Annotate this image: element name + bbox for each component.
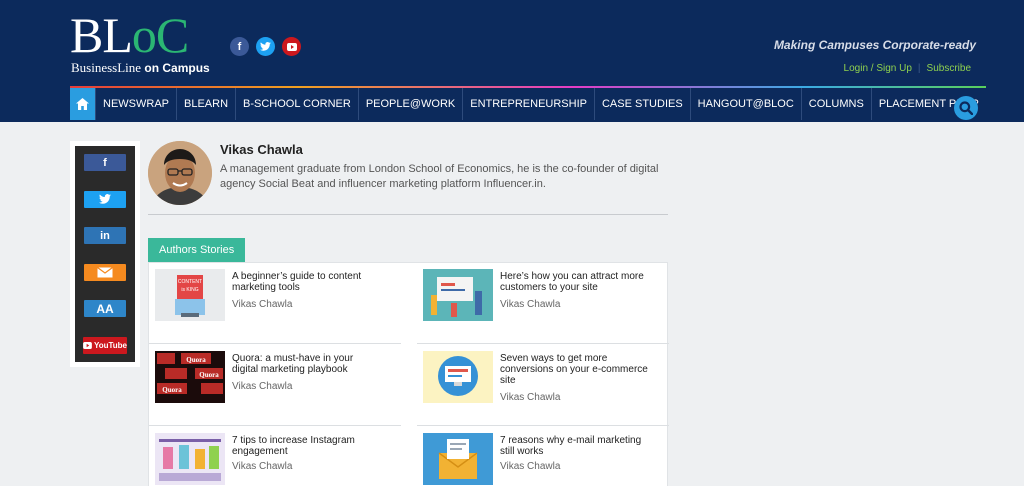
story-thumbnail [155, 433, 225, 485]
divider [149, 425, 401, 426]
home-button[interactable] [70, 88, 96, 120]
font-size-icon: AA [96, 301, 114, 316]
nav-item-blearn[interactable]: BLEARN [177, 88, 237, 120]
story-title[interactable]: 7 reasons why e-mail marketing still wor… [500, 435, 650, 457]
share-twitter-button[interactable] [84, 190, 126, 208]
story-card[interactable]: CONTENT is KING A beginner’s guide to co… [149, 263, 404, 343]
divider [149, 343, 401, 344]
share-email-button[interactable] [84, 263, 126, 281]
main-nav: NEWSWRAP BLEARN B-SCHOOL CORNER PEOPLE@W… [70, 86, 986, 120]
story-title[interactable]: Seven ways to get more conversions on yo… [500, 353, 650, 386]
divider [417, 425, 669, 426]
nav-item-people-at-work[interactable]: PEOPLE@WORK [359, 88, 464, 120]
login-signup-link[interactable]: Login / Sign Up [844, 63, 912, 74]
author-avatar [148, 141, 212, 205]
youtube-icon[interactable] [282, 37, 301, 56]
svg-text:Quora: Quora [199, 371, 219, 379]
tab-authors-stories[interactable]: Authors Stories [148, 238, 246, 262]
twitter-icon[interactable] [256, 37, 275, 56]
site-tagline: Making Campuses Corporate-ready [773, 38, 976, 52]
story-author[interactable]: Vikas Chawla [232, 381, 292, 392]
story-author[interactable]: Vikas Chawla [232, 461, 292, 472]
youtube-icon [83, 341, 92, 349]
story-card[interactable]: Here’s how you can attract more customer… [417, 263, 672, 343]
home-icon [76, 98, 89, 110]
font-size-button[interactable]: AA [84, 300, 126, 318]
mail-icon [97, 266, 113, 278]
nav-item-hangout-at-bloc[interactable]: HANGOUT@BLOC [691, 88, 802, 120]
svg-text:Quora: Quora [162, 386, 182, 394]
story-title[interactable]: 7 tips to increase Instagram engagement [232, 435, 382, 457]
story-author[interactable]: Vikas Chawla [500, 461, 560, 472]
story-card[interactable]: 7 tips to increase Instagram engagement … [149, 427, 404, 486]
nav-item-b-school-corner[interactable]: B-SCHOOL CORNER [236, 88, 359, 120]
story-thumbnail [423, 269, 493, 321]
subscribe-link[interactable]: Subscribe [927, 63, 971, 74]
nav-item-columns[interactable]: COLUMNS [802, 88, 872, 120]
story-title[interactable]: Quora: a must-have in your digital marke… [232, 353, 382, 375]
divider [148, 214, 668, 215]
svg-text:is KING: is KING [181, 287, 198, 293]
share-facebook-button[interactable]: f [84, 154, 126, 171]
site-header: BLoC BusinessLine on Campus f Making Cam… [0, 0, 1024, 122]
author-name: Vikas Chawla [220, 142, 303, 157]
story-thumbnail [423, 351, 493, 403]
story-thumbnail [423, 433, 493, 485]
story-author[interactable]: Vikas Chawla [232, 299, 292, 310]
story-title[interactable]: Here’s how you can attract more customer… [500, 271, 650, 293]
header-social-links: f [230, 37, 301, 56]
youtube-button[interactable]: YouTube [83, 336, 127, 354]
svg-text:Quora: Quora [186, 356, 206, 364]
share-sidebar: f in AA YouTube [70, 141, 140, 367]
story-title[interactable]: A beginner’s guide to content marketing … [232, 271, 382, 293]
story-card[interactable]: Quora Quora Quora Quora: a must-have in … [149, 345, 404, 425]
linkedin-icon: in [100, 229, 110, 242]
story-thumbnail: Quora Quora Quora [155, 351, 225, 403]
twitter-icon [99, 194, 111, 204]
nav-item-case-studies[interactable]: CASE STUDIES [595, 88, 691, 120]
bloc-logo[interactable]: BLoC BusinessLine on Campus [70, 8, 220, 78]
link-separator: | [917, 63, 921, 74]
facebook-icon: f [103, 156, 107, 169]
search-icon [959, 101, 973, 115]
search-button[interactable] [954, 96, 978, 120]
divider [417, 343, 669, 344]
share-linkedin-button[interactable]: in [84, 227, 126, 245]
story-author[interactable]: Vikas Chawla [500, 299, 560, 310]
story-card[interactable]: 7 reasons why e-mail marketing still wor… [417, 427, 672, 486]
story-card[interactable]: Seven ways to get more conversions on yo… [417, 345, 672, 425]
nav-item-entrepreneurship[interactable]: ENTREPRENEURSHIP [463, 88, 595, 120]
svg-text:CONTENT: CONTENT [178, 279, 202, 285]
author-bio: A management graduate from London School… [220, 163, 659, 190]
nav-item-newswrap[interactable]: NEWSWRAP [96, 88, 177, 120]
story-author[interactable]: Vikas Chawla [500, 392, 560, 403]
facebook-icon[interactable]: f [230, 37, 249, 56]
account-links: Login / Sign Up | Subscribe [844, 63, 971, 74]
story-thumbnail: CONTENT is KING [155, 269, 225, 321]
author-stories-grid: CONTENT is KING A beginner’s guide to co… [148, 262, 669, 486]
